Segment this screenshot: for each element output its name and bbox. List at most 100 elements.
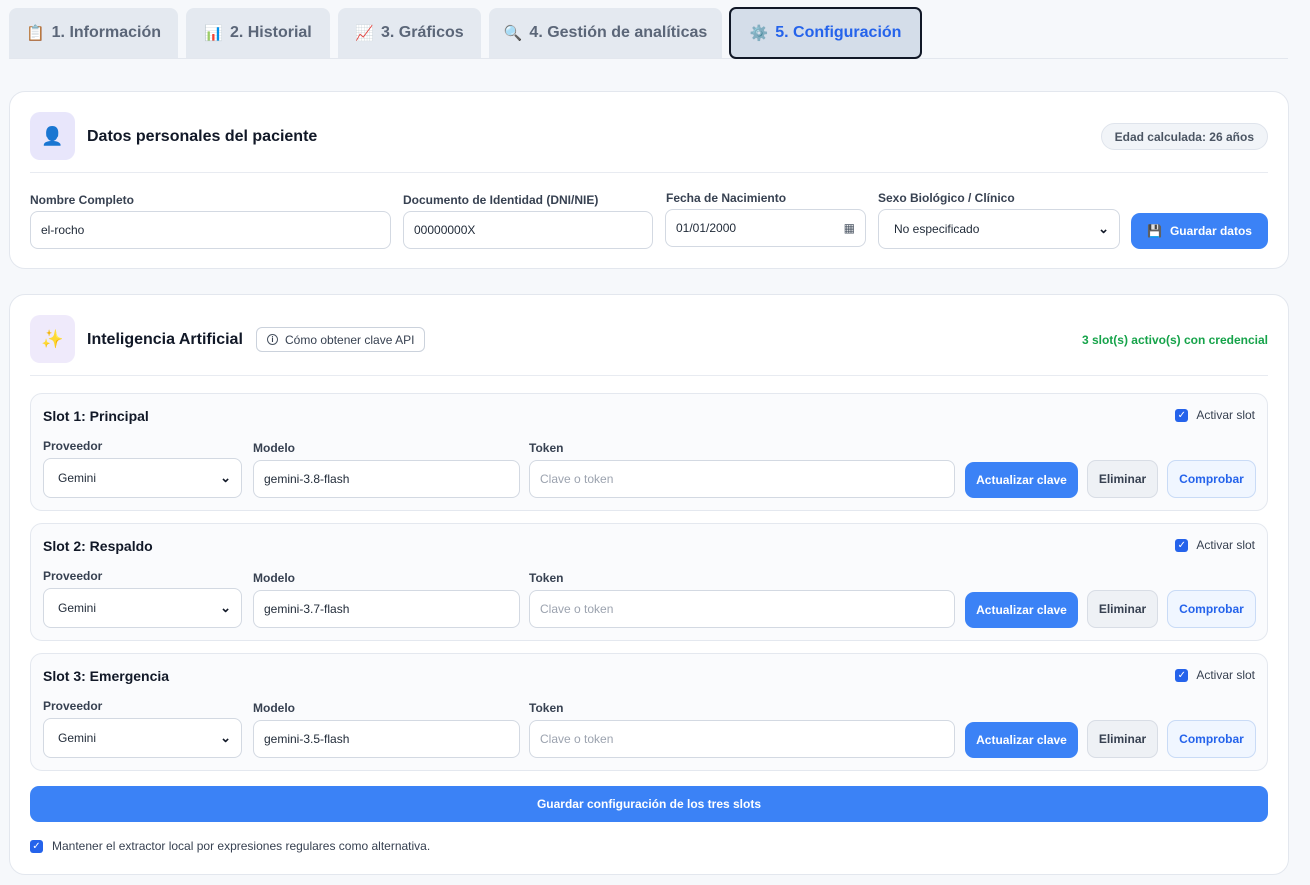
token-input[interactable]: Clave o token — [529, 460, 955, 498]
ai-slot-1: Slot 1: Principal ✓ Activar slot Proveed… — [30, 393, 1268, 511]
document-input[interactable]: 00000000X — [403, 211, 653, 249]
regex-fallback-label: Mantener el extractor local por expresio… — [52, 839, 431, 853]
birth-date-label: Fecha de Nacimiento — [666, 191, 787, 205]
tab-configuracion[interactable]: ⚙️ 5. Configuración — [729, 7, 922, 59]
api-key-help-label: Cómo obtener clave API — [285, 332, 415, 347]
sex-label: Sexo Biológico / Clínico — [878, 191, 1015, 205]
provider-value: Gemini — [58, 471, 97, 485]
tab-label: 1. Información — [51, 24, 162, 41]
floppy-disk-icon: 💾 — [1147, 224, 1162, 238]
chevron-down-icon: ⌄ — [220, 730, 231, 745]
divider — [30, 375, 1268, 376]
tab-label: 5. Configuración — [775, 24, 902, 41]
provider-select[interactable]: Gemini ⌄ — [43, 458, 242, 498]
gear-icon: ⚙️ — [749, 25, 769, 42]
checkbox-checked-icon[interactable]: ✓ — [1175, 538, 1189, 552]
update-key-button[interactable]: Actualizar clave — [965, 592, 1078, 628]
tab-historial[interactable]: 📊 2. Historial — [186, 8, 330, 58]
model-label: Modelo — [253, 571, 295, 585]
sex-value: No especificado — [894, 222, 980, 236]
tab-informacion[interactable]: 📋 1. Información — [9, 8, 178, 58]
save-personal-label: Guardar datos — [1169, 224, 1252, 238]
slots-status: 3 slot(s) activo(s) con credencial — [1081, 333, 1268, 347]
magnifier-icon: 🔍 — [503, 25, 523, 42]
slot-title: Slot 1: Principal — [43, 408, 149, 424]
document-value: 00000000X — [414, 223, 476, 237]
calendar-icon[interactable]: ▦ — [844, 221, 855, 235]
ai-slot-3: Slot 3: Emergencia ✓ Activar slot Provee… — [30, 653, 1268, 771]
bar-chart-icon: 📊 — [204, 25, 223, 42]
age-badge: Edad calculada: 26 años — [1100, 123, 1268, 150]
sparkles-icon: ✨ — [30, 315, 75, 363]
save-personal-button[interactable]: 💾 Guardar datos — [1131, 213, 1268, 249]
delete-button[interactable]: Eliminar — [1087, 460, 1158, 498]
token-input[interactable]: Clave o token — [529, 590, 955, 628]
provider-value: Gemini — [58, 601, 97, 615]
ai-slot-2: Slot 2: Respaldo ✓ Activar slot Proveedo… — [30, 523, 1268, 641]
chevron-down-icon: ⌄ — [220, 470, 231, 485]
model-value: gemini-3.7-flash — [264, 602, 350, 616]
chevron-down-icon: ⌄ — [220, 600, 231, 615]
model-input[interactable]: gemini-3.7-flash — [253, 590, 520, 628]
tab-label: 2. Historial — [229, 24, 312, 41]
slot-activate-label: Activar slot — [1196, 408, 1255, 422]
delete-button[interactable]: Eliminar — [1087, 720, 1158, 758]
checkbox-checked-icon[interactable]: ✓ — [1175, 668, 1189, 682]
patient-icon: 👤 — [30, 112, 75, 160]
update-key-button[interactable]: Actualizar clave — [965, 722, 1078, 758]
provider-select[interactable]: Gemini ⌄ — [43, 718, 242, 758]
name-label: Nombre Completo — [30, 193, 135, 207]
slot-title: Slot 3: Emergencia — [43, 668, 170, 684]
tab-gestion-analiticas[interactable]: 🔍 4. Gestión de analíticas — [489, 8, 722, 58]
save-all-slots-button[interactable]: Guardar configuración de los tres slots — [30, 786, 1268, 822]
token-label: Token — [529, 441, 564, 455]
check-button[interactable]: Comprobar — [1167, 460, 1256, 498]
check-button[interactable]: Comprobar — [1167, 720, 1256, 758]
model-value: gemini-3.8-flash — [264, 472, 350, 486]
provider-select[interactable]: Gemini ⌄ — [43, 588, 242, 628]
line-chart-icon: 📈 — [355, 25, 374, 42]
name-input[interactable]: el-rocho — [30, 211, 391, 249]
update-key-button[interactable]: Actualizar clave — [965, 462, 1078, 498]
token-input[interactable]: Clave o token — [529, 720, 955, 758]
birth-date-input[interactable]: 01/01/2000 ▦ — [665, 209, 866, 247]
slot-activate-label: Activar slot — [1196, 668, 1255, 682]
ai-config-card: ✨ Inteligencia Artificial i Cómo obtener… — [9, 294, 1289, 875]
model-label: Modelo — [253, 441, 295, 455]
token-label: Token — [529, 701, 564, 715]
api-key-help-button[interactable]: i Cómo obtener clave API — [256, 327, 426, 352]
document-label: Documento de Identidad (DNI/NIE) — [403, 193, 599, 207]
provider-label: Proveedor — [43, 439, 103, 453]
clipboard-icon: 📋 — [25, 25, 45, 42]
model-label: Modelo — [253, 701, 295, 715]
tab-label: 3. Gráficos — [380, 24, 464, 41]
tab-graficos[interactable]: 📈 3. Gráficos — [338, 8, 481, 58]
section-title: Datos personales del paciente — [87, 128, 318, 145]
delete-button[interactable]: Eliminar — [1087, 590, 1158, 628]
token-placeholder: Clave o token — [540, 602, 614, 616]
slot-activate-toggle[interactable]: ✓ Activar slot — [1175, 408, 1255, 422]
slot-activate-toggle[interactable]: ✓ Activar slot — [1175, 538, 1255, 552]
chevron-down-icon: ⌄ — [1098, 221, 1109, 236]
provider-value: Gemini — [58, 731, 97, 745]
sex-select[interactable]: No especificado ⌄ — [878, 209, 1120, 249]
name-value: el-rocho — [41, 223, 85, 237]
checkbox-checked-icon[interactable]: ✓ — [30, 839, 43, 853]
check-button[interactable]: Comprobar — [1167, 590, 1256, 628]
section-title: Inteligencia Artificial — [87, 331, 243, 348]
model-input[interactable]: gemini-3.8-flash — [253, 460, 520, 498]
model-input[interactable]: gemini-3.5-flash — [253, 720, 520, 758]
checkbox-checked-icon[interactable]: ✓ — [1175, 408, 1189, 422]
regex-fallback-toggle[interactable]: ✓ Mantener el extractor local por expres… — [30, 839, 430, 853]
info-icon: i — [267, 334, 278, 345]
provider-label: Proveedor — [43, 569, 103, 583]
slot-activate-label: Activar slot — [1196, 538, 1255, 552]
model-value: gemini-3.5-flash — [264, 732, 350, 746]
token-placeholder: Clave o token — [540, 472, 614, 486]
birth-date-value: 01/01/2000 — [676, 221, 737, 235]
divider — [30, 172, 1268, 173]
tab-bar: 📋 1. Información 📊 2. Historial 📈 3. Grá… — [9, 7, 1288, 59]
slot-activate-toggle[interactable]: ✓ Activar slot — [1175, 668, 1255, 682]
personal-data-card: 👤 Datos personales del paciente Edad cal… — [9, 91, 1289, 269]
tab-label: 4. Gestión de analíticas — [529, 24, 708, 41]
